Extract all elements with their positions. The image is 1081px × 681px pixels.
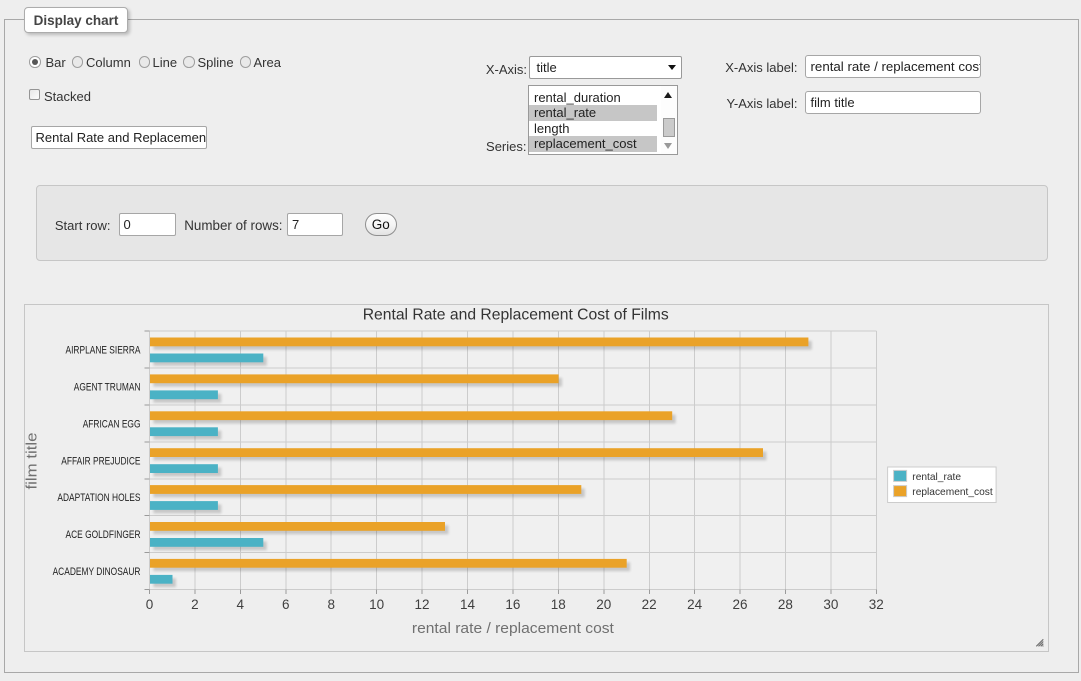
svg-text:28: 28 (778, 597, 793, 612)
svg-text:2: 2 (191, 597, 199, 612)
svg-text:rental rate / replacement cost: rental rate / replacement cost (412, 620, 615, 637)
svg-text:replacement_cost: replacement_cost (912, 487, 993, 498)
svg-text:12: 12 (414, 597, 429, 612)
svg-text:ADAPTATION HOLES: ADAPTATION HOLES (57, 492, 140, 504)
svg-text:22: 22 (642, 597, 657, 612)
svg-text:AGENT TRUMAN: AGENT TRUMAN (74, 382, 141, 394)
svg-text:18: 18 (551, 597, 566, 612)
svg-text:AIRPLANE SIERRA: AIRPLANE SIERRA (66, 345, 142, 357)
svg-text:6: 6 (282, 597, 290, 612)
svg-text:14: 14 (460, 597, 476, 612)
svg-text:8: 8 (327, 597, 335, 612)
svg-text:film title: film title (24, 433, 41, 490)
svg-text:10: 10 (369, 597, 384, 612)
svg-text:24: 24 (687, 597, 703, 612)
svg-text:AFFAIR PREJUDICE: AFFAIR PREJUDICE (61, 455, 140, 467)
svg-text:Rental Rate and Replacement Co: Rental Rate and Replacement Cost of Film… (363, 307, 669, 324)
svg-text:4: 4 (237, 597, 245, 612)
svg-text:32: 32 (869, 597, 884, 612)
svg-text:AFRICAN EGG: AFRICAN EGG (83, 418, 141, 430)
svg-text:20: 20 (596, 597, 611, 612)
svg-text:26: 26 (732, 597, 747, 612)
svg-text:ACADEMY DINOSAUR: ACADEMY DINOSAUR (53, 566, 141, 578)
svg-text:30: 30 (823, 597, 838, 612)
svg-text:16: 16 (505, 597, 520, 612)
svg-text:ACE GOLDFINGER: ACE GOLDFINGER (66, 529, 141, 541)
svg-text:rental_rate: rental_rate (912, 472, 961, 483)
svg-text:0: 0 (146, 597, 154, 612)
